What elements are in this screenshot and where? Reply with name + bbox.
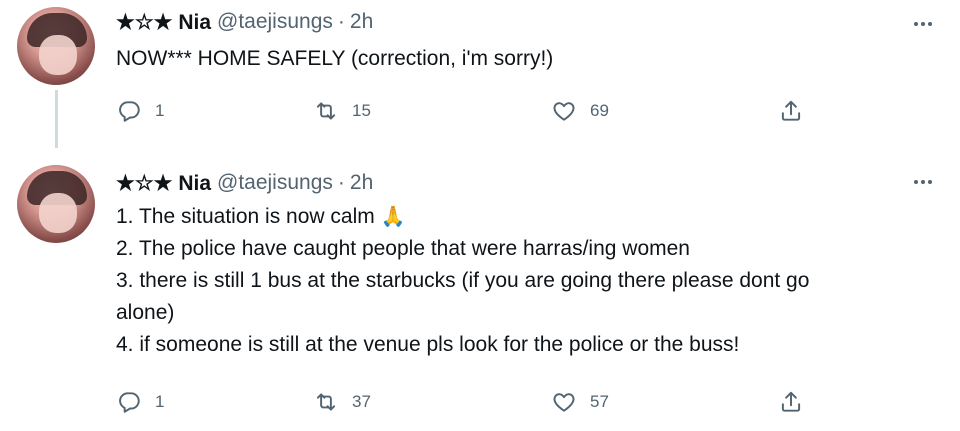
- tweet-text-line: 2. The police have caught people that we…: [116, 237, 690, 260]
- author-handle[interactable]: @taejisungs: [217, 10, 333, 34]
- like-button[interactable]: 69: [551, 96, 609, 126]
- thread-connector: [55, 90, 58, 148]
- more-options-icon[interactable]: [908, 172, 938, 192]
- retweet-button[interactable]: 15: [313, 96, 371, 126]
- author-handle[interactable]: @taejisungs: [217, 171, 333, 195]
- share-button[interactable]: [778, 387, 804, 417]
- heart-icon: [553, 393, 575, 412]
- tweet-text-line: 1. The situation is now calm 🙏: [116, 201, 936, 233]
- retweet-icon: [316, 393, 336, 411]
- tweet[interactable]: ★☆★ Nia @taejisungs · 2h NOW*** HOME SAF…: [0, 0, 960, 155]
- tweet-header: ★☆★ Nia @taejisungs · 2h: [116, 8, 373, 36]
- share-icon: [781, 391, 801, 412]
- retweet-count: 37: [352, 392, 371, 411]
- author-name[interactable]: ★☆★ Nia: [116, 10, 211, 35]
- reply-count: 1: [155, 392, 165, 411]
- share-button[interactable]: [778, 96, 804, 126]
- timestamp[interactable]: 2h: [350, 10, 373, 34]
- avatar[interactable]: [17, 7, 95, 85]
- reply-button[interactable]: 1: [116, 387, 164, 417]
- folded-hands-emoji: 🙏: [380, 206, 406, 228]
- tweet-text: NOW*** HOME SAFELY (correction, i'm sorr…: [116, 43, 936, 75]
- tweet-text-line: NOW*** HOME SAFELY (correction, i'm sorr…: [116, 47, 554, 70]
- retweet-button[interactable]: 37: [313, 387, 371, 417]
- timestamp[interactable]: 2h: [350, 171, 373, 195]
- share-icon: [781, 100, 801, 121]
- like-button[interactable]: 57: [551, 387, 609, 417]
- separator-dot: ·: [337, 10, 345, 33]
- retweet-count: 15: [352, 101, 371, 120]
- heart-icon: [553, 102, 575, 121]
- avatar[interactable]: [17, 165, 95, 243]
- reply-count: 1: [155, 101, 165, 120]
- reply-icon: [119, 101, 140, 122]
- tweet-text-line: alone): [116, 301, 175, 324]
- author-name[interactable]: ★☆★ Nia: [116, 171, 211, 196]
- reply-icon: [119, 392, 140, 413]
- tweet[interactable]: ★☆★ Nia @taejisungs · 2h 1. The situatio…: [0, 155, 960, 431]
- tweet-text-line: 4. if someone is still at the venue pls …: [116, 333, 740, 356]
- separator-dot: ·: [337, 171, 345, 194]
- more-options-icon[interactable]: [908, 14, 938, 34]
- retweet-icon: [316, 102, 336, 120]
- reply-button[interactable]: 1: [116, 96, 164, 126]
- tweet-text: 1. The situation is now calm 🙏 2. The po…: [116, 201, 936, 361]
- tweet-text-line: 3. there is still 1 bus at the starbucks…: [116, 269, 810, 292]
- like-count: 57: [590, 392, 609, 411]
- tweet-header: ★☆★ Nia @taejisungs · 2h: [116, 169, 373, 197]
- tweet-text-segment: 1. The situation is now calm: [116, 205, 375, 228]
- like-count: 69: [590, 101, 609, 120]
